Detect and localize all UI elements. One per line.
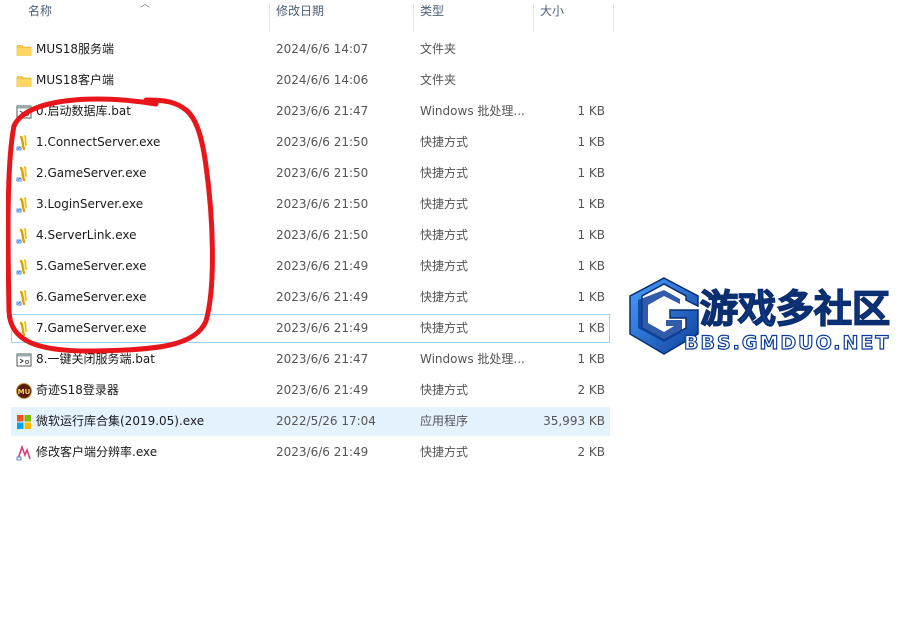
file-name: MUS18服务端 [36,42,115,56]
file-name: 7.GameServer.exe [36,321,147,335]
file-size: 2 KB [577,383,605,397]
file-row[interactable]: MU 奇迹S18登录器 2023/6/6 21:49 快捷方式 2 KB [11,376,610,405]
file-type: 快捷方式 [420,259,469,273]
file-size: 1 KB [577,259,605,273]
file-date: 2023/6/6 21:47 [276,352,369,366]
shortcut-icon [16,135,32,151]
file-row[interactable]: 5.GameServer.exe 2023/6/6 21:49 快捷方式 1 KB [11,252,610,281]
shortcut-icon [16,290,32,306]
file-type: 应用程序 [420,414,469,428]
column-header-bar: ︿ 名称 修改日期 类型 大小 [0,0,614,34]
column-divider[interactable] [413,4,414,32]
file-row[interactable]: 修改客户端分辨率.exe 2023/6/6 21:49 快捷方式 2 KB [11,438,610,467]
file-name: 0.启动数据库.bat [36,104,131,118]
file-row[interactable]: MUS18客户端 2024/6/6 14:06 文件夹 [11,66,610,95]
file-size: 1 KB [577,228,605,242]
file-size: 35,993 KB [543,414,605,428]
column-divider[interactable] [533,4,534,32]
file-row[interactable]: 2.GameServer.exe 2023/6/6 21:50 快捷方式 1 KB [11,159,610,188]
file-row[interactable]: 0.启动数据库.bat 2023/6/6 21:47 Windows 批处理... 1… [11,97,610,126]
windows-app-icon [16,414,32,430]
file-name: 2.GameServer.exe [36,166,147,180]
file-size: 1 KB [577,290,605,304]
file-name: 1.ConnectServer.exe [36,135,161,149]
watermark-title: 游戏多社区 [700,287,890,331]
file-type: 快捷方式 [420,228,469,242]
file-date: 2023/6/6 21:50 [276,197,369,211]
file-size [531,66,605,95]
file-row[interactable]: 8.一键关闭服务端.bat 2023/6/6 21:47 Windows 批处理..… [11,345,610,374]
file-type: 快捷方式 [420,290,469,304]
file-type: 快捷方式 [420,383,469,397]
file-date: 2023/6/6 21:49 [276,445,369,459]
file-name: 微软运行库合集(2019.05).exe [36,414,205,428]
folder-icon [16,73,32,89]
file-row[interactable]: 6.GameServer.exe 2023/6/6 21:49 快捷方式 1 KB [11,283,610,312]
file-date: 2023/6/6 21:50 [276,166,369,180]
shortcut-icon [16,228,32,244]
file-row[interactable]: 3.LoginServer.exe 2023/6/6 21:50 快捷方式 1 KB [11,190,610,219]
shortcut-icon [16,197,32,213]
column-header-size[interactable]: 大小 [540,0,612,34]
file-size [531,35,605,64]
column-header-date[interactable]: 修改日期 [276,0,412,34]
file-date: 2024/6/6 14:06 [276,73,369,87]
file-name: 奇迹S18登录器 [36,383,119,397]
file-row[interactable]: 微软运行库合集(2019.05).exe 2022/5/26 17:04 应用程序 3… [11,407,610,436]
shortcut-icon [16,166,32,182]
file-name: 3.LoginServer.exe [36,197,144,211]
file-row[interactable]: 1.ConnectServer.exe 2023/6/6 21:50 快捷方式 1 K… [11,128,610,157]
batch-file-icon [16,352,32,368]
shortcut-icon [16,259,32,275]
file-row[interactable]: 7.GameServer.exe 2023/6/6 21:49 快捷方式 1 KB [11,314,610,343]
watermark-url: BBS.GMDUO.NET [684,332,890,354]
folder-icon [16,42,32,58]
file-size: 1 KB [577,321,605,335]
column-header-type[interactable]: 类型 [420,0,532,34]
file-date: 2023/6/6 21:49 [276,259,369,273]
file-type: Windows 批处理... [420,352,525,366]
file-type: Windows 批处理... [420,104,525,118]
file-name: 修改客户端分辨率.exe [36,445,158,459]
file-date: 2023/6/6 21:49 [276,290,369,304]
column-divider[interactable] [269,4,270,32]
file-type: 文件夹 [420,73,457,87]
file-size: 1 KB [577,104,605,118]
file-date: 2023/6/6 21:50 [276,135,369,149]
file-type: 快捷方式 [420,197,469,211]
file-type: 快捷方式 [420,321,469,335]
file-date: 2023/6/6 21:49 [276,321,369,335]
file-size: 1 KB [577,135,605,149]
svg-text:MU: MU [18,388,31,396]
file-size: 1 KB [577,166,605,180]
batch-file-icon [16,104,32,120]
column-header-name[interactable]: 名称 [28,0,268,34]
column-divider[interactable] [613,4,614,32]
shortcut-icon [16,321,32,337]
file-type: 快捷方式 [420,135,469,149]
resolution-tool-icon [16,444,32,461]
file-size: 1 KB [577,197,605,211]
file-size: 2 KB [577,445,605,459]
file-size: 1 KB [577,352,605,366]
gmduo-watermark-logo: 游戏多社区 BBS.GMDUO.NET [629,277,891,355]
file-date: 2023/6/6 21:50 [276,228,369,242]
launcher-icon: MU [16,383,32,399]
file-name: MUS18客户端 [36,73,115,87]
file-type: 文件夹 [420,42,457,56]
file-date: 2024/6/6 14:07 [276,42,369,56]
file-name: 5.GameServer.exe [36,259,147,273]
file-date: 2023/6/6 21:49 [276,383,369,397]
file-row[interactable]: 4.ServerLink.exe 2023/6/6 21:50 快捷方式 1 KB [11,221,610,250]
file-name: 4.ServerLink.exe [36,228,137,242]
file-date: 2022/5/26 17:04 [276,414,376,428]
file-name: 8.一键关闭服务端.bat [36,352,155,366]
file-row[interactable]: MUS18服务端 2024/6/6 14:07 文件夹 [11,35,610,64]
file-type: 快捷方式 [420,445,469,459]
file-date: 2023/6/6 21:47 [276,104,369,118]
file-type: 快捷方式 [420,166,469,180]
file-name: 6.GameServer.exe [36,290,147,304]
